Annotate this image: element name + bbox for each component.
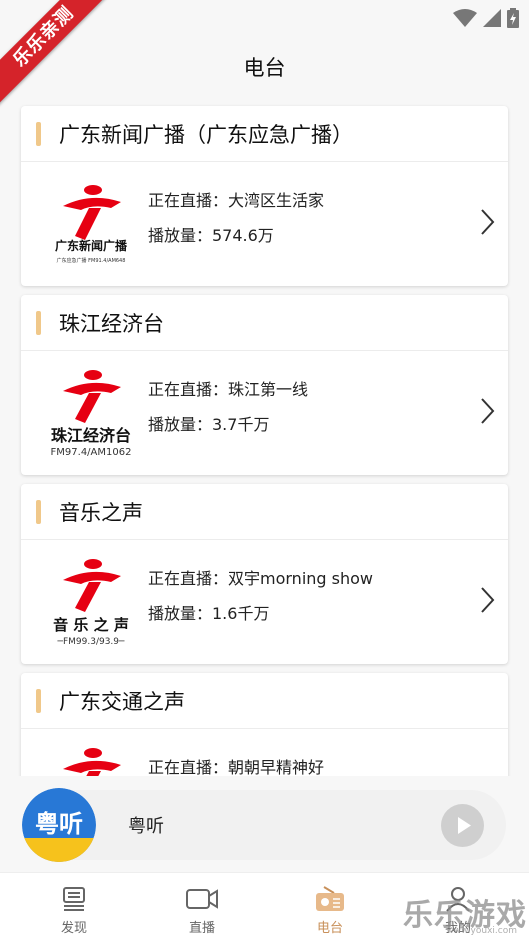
tab-label: 电台	[316, 921, 343, 936]
accent-bar	[36, 121, 41, 146]
tab-label: 直播	[188, 921, 215, 936]
station-logo-sub: ─FM99.3/93.9─	[57, 637, 125, 646]
station-card[interactable]: 广东交通之声 正在直播：朝朝早精神好	[21, 673, 508, 776]
station-card[interactable]: 广东新闻广播（广东应急广播） 广东新闻广播 广东应急广播 FM91.4/AM64…	[21, 106, 508, 286]
accent-bar	[36, 688, 41, 713]
player-title: 粤听	[128, 816, 164, 837]
accent-bar	[36, 499, 41, 524]
play-count: 播放量：1.6千万	[148, 604, 270, 623]
now-playing: 正在直播：珠江第一线	[148, 380, 309, 399]
signal-icon	[483, 9, 501, 27]
video-camera-icon	[186, 889, 218, 909]
station-logo-main: 广东新闻广播	[55, 238, 128, 253]
station-logo-main: 珠江经济台	[51, 426, 131, 445]
play-button[interactable]	[441, 804, 484, 847]
station-card-header: 广东交通之声	[21, 673, 508, 729]
tab-radio[interactable]: 电台	[264, 873, 396, 942]
now-playing: 正在直播：双宇morning show	[148, 569, 373, 588]
discover-icon	[63, 887, 85, 911]
station-name: 广东交通之声	[59, 689, 185, 714]
station-name: 音乐之声	[59, 500, 143, 525]
watermark-url: www.youxi.com	[446, 926, 517, 936]
play-icon	[458, 817, 471, 834]
player-logo-text: 粤听	[35, 810, 83, 838]
station-card[interactable]: 音乐之声 音 乐 之 声 ─FM99.3/93.9─ 正在直播：双宇mornin…	[21, 484, 508, 664]
station-logo: 广东新闻广播 广东应急广播 FM91.4/AM648	[55, 185, 128, 264]
tab-discover[interactable]: 发现	[8, 873, 140, 942]
station-name: 珠江经济台	[59, 311, 164, 336]
station-card-body[interactable]: 正在直播：朝朝早精神好	[21, 729, 508, 776]
station-card[interactable]: 珠江经济台 珠江经济台 FM97.4/AM1062 正在直播：珠江第一线 播放量…	[21, 295, 508, 475]
tab-live[interactable]: 直播	[136, 873, 268, 942]
now-playing: 正在直播：朝朝早精神好	[148, 758, 325, 776]
player-logo: 粤听	[22, 788, 96, 862]
now-playing: 正在直播：大湾区生活家	[148, 191, 325, 210]
station-logo: 珠江经济台 FM97.4/AM1062	[51, 370, 132, 457]
page-title: 电台	[243, 56, 286, 80]
chevron-right-icon[interactable]	[478, 207, 498, 237]
station-logo: 音 乐 之 声 ─FM99.3/93.9─	[53, 559, 129, 646]
station-logo-sub: FM97.4/AM1062	[51, 447, 132, 457]
chevron-right-icon[interactable]	[478, 396, 498, 426]
station-list[interactable]: 广东新闻广播（广东应急广播） 广东新闻广播 广东应急广播 FM91.4/AM64…	[0, 104, 529, 776]
mini-player[interactable]: 粤听 粤听	[22, 788, 506, 862]
station-card-body[interactable]: 珠江经济台 FM97.4/AM1062 正在直播：珠江第一线 播放量：3.7千万	[21, 351, 508, 474]
station-logo-sub: 广东应急广播 FM91.4/AM648	[57, 257, 126, 264]
play-count: 播放量：3.7千万	[148, 415, 270, 434]
accent-bar	[36, 310, 41, 335]
wifi-icon	[453, 9, 477, 27]
station-name: 广东新闻广播（广东应急广播）	[59, 122, 353, 147]
station-logo	[63, 748, 121, 776]
station-logo-main: 音 乐 之 声	[53, 616, 129, 634]
radio-icon	[316, 886, 344, 911]
chevron-right-icon[interactable]	[478, 585, 498, 615]
tab-label: 发现	[60, 921, 87, 936]
play-count: 播放量：574.6万	[148, 226, 274, 245]
station-card-header: 珠江经济台	[21, 295, 508, 351]
station-card-header: 音乐之声	[21, 484, 508, 540]
battery-icon	[507, 8, 519, 28]
station-card-body[interactable]: 音 乐 之 声 ─FM99.3/93.9─ 正在直播：双宇morning sho…	[21, 540, 508, 663]
station-card-body[interactable]: 广东新闻广播 广东应急广播 FM91.4/AM648 正在直播：大湾区生活家 播…	[21, 162, 508, 285]
status-icons	[453, 8, 519, 28]
station-card-header: 广东新闻广播（广东应急广播）	[21, 106, 508, 162]
